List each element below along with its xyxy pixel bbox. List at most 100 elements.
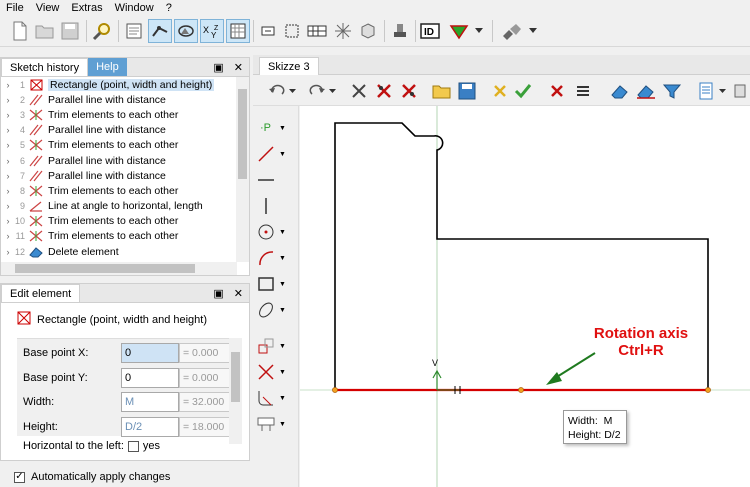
grid-icon[interactable]	[226, 19, 250, 43]
trim-tool[interactable]: ▼	[257, 360, 297, 384]
edit-vscroll[interactable]	[229, 338, 242, 444]
delete-lines-icon[interactable]	[347, 79, 371, 103]
menu-file[interactable]: File	[0, 2, 30, 14]
filter-icon[interactable]	[660, 79, 684, 103]
pin-icon[interactable]: ▣	[213, 287, 223, 300]
expand-icon[interactable]: ›	[1, 140, 15, 150]
open-icon[interactable]	[33, 19, 57, 43]
dim-icon[interactable]	[256, 19, 280, 43]
pin-icon[interactable]: ▣	[213, 61, 223, 74]
menu-help[interactable]: ?	[160, 2, 178, 14]
expand-icon[interactable]: ›	[1, 125, 15, 135]
history-vscroll[interactable]	[236, 77, 249, 262]
dropdown-icon[interactable]	[448, 19, 472, 43]
stamp-icon[interactable]	[388, 19, 412, 43]
xy-icon[interactable]: XYZ	[200, 19, 224, 43]
expand-icon[interactable]: ›	[1, 95, 15, 105]
redo-icon[interactable]	[305, 79, 329, 103]
id-icon[interactable]: ID	[418, 19, 442, 43]
chevron-down-icon[interactable]: ▼	[279, 151, 286, 158]
delete-element-icon[interactable]	[372, 79, 396, 103]
menu-icon[interactable]	[571, 79, 595, 103]
tab-sketch-history[interactable]: Sketch history	[1, 58, 89, 76]
tab-skizze-3[interactable]: Skizze 3	[259, 57, 319, 75]
history-item[interactable]: › 5 Trim elements to each other	[1, 138, 235, 153]
horizontal-line-tool[interactable]	[257, 168, 297, 192]
auto-apply-checkbox[interactable]: ✓	[14, 471, 25, 483]
horizontal-left-checkbox[interactable]	[127, 440, 139, 452]
expand-icon[interactable]: ›	[1, 80, 15, 90]
cube-icon[interactable]	[356, 19, 380, 43]
menu-window[interactable]: Window	[109, 2, 160, 14]
rectangle-tool[interactable]: ▼	[257, 272, 297, 296]
point-tool[interactable]: ·P ▼	[257, 116, 297, 140]
sketch-icon[interactable]	[122, 19, 146, 43]
close-icon[interactable]	[545, 79, 569, 103]
sketch-canvas[interactable]: V Rotation axis Ctrl+R	[300, 106, 750, 487]
base-point-x-input[interactable]: 0	[121, 343, 179, 363]
history-item[interactable]: › 3 Trim elements to each other	[1, 107, 235, 122]
height-input[interactable]: D/2	[121, 417, 179, 437]
eraser-multi-icon[interactable]	[634, 79, 658, 103]
chevron-down-icon[interactable]: ▼	[279, 307, 286, 314]
expand-icon[interactable]: ›	[1, 186, 15, 196]
fillet-tool[interactable]: ▼	[257, 386, 297, 410]
object-icon[interactable]	[733, 79, 747, 103]
tab-edit-element[interactable]: Edit element	[1, 284, 81, 302]
expand-icon[interactable]: ›	[1, 110, 15, 120]
expand-icon[interactable]: ›	[1, 247, 15, 257]
arc-tool[interactable]: ▼	[257, 246, 297, 270]
history-item[interactable]: › 9 Line at angle to horizontal, length	[1, 199, 235, 214]
chevron-down-icon[interactable]: ▼	[279, 281, 286, 288]
width-input[interactable]: M	[121, 392, 179, 412]
confirm-icon[interactable]	[511, 79, 535, 103]
document-icon[interactable]	[694, 79, 718, 103]
chevron-down-icon[interactable]: ▼	[279, 421, 286, 428]
history-item[interactable]: › 1 Rectangle (point, width and height)	[1, 77, 235, 92]
chevron-down-icon[interactable]: ▼	[279, 369, 286, 376]
save-icon[interactable]	[58, 19, 82, 43]
chevron-down-icon[interactable]	[287, 79, 297, 103]
dimension-tool[interactable]: ▼	[257, 412, 297, 436]
history-item[interactable]: › 10 Trim elements to each other	[1, 214, 235, 229]
search-icon[interactable]	[90, 19, 114, 43]
chevron-down-icon[interactable]	[526, 19, 540, 43]
chevron-down-icon[interactable]: ▼	[279, 343, 286, 350]
eraser-icon[interactable]	[608, 79, 632, 103]
close-icon[interactable]: ✕	[234, 61, 243, 74]
select-icon[interactable]	[148, 19, 172, 43]
expand-icon[interactable]: ›	[1, 201, 15, 211]
expand-icon[interactable]: ›	[1, 171, 15, 181]
delete-all-icon[interactable]	[397, 79, 421, 103]
expand-icon[interactable]: ›	[1, 231, 15, 241]
open-icon[interactable]	[430, 79, 454, 103]
chevron-down-icon[interactable]: ▼	[279, 395, 286, 402]
history-item[interactable]: › 6 Parallel line with distance	[1, 153, 235, 168]
base-point-y-input[interactable]: 0	[121, 368, 179, 388]
rotate-icon[interactable]	[174, 19, 198, 43]
history-hscroll[interactable]	[1, 262, 237, 275]
circle-tool[interactable]: ▼	[257, 220, 297, 244]
expand-icon[interactable]: ›	[1, 216, 15, 226]
plug-icon[interactable]	[500, 19, 524, 43]
history-item[interactable]: › 2 Parallel line with distance	[1, 92, 235, 107]
transform-tool[interactable]: ▼	[257, 334, 297, 358]
undo-icon[interactable]	[265, 79, 289, 103]
history-item[interactable]: › 8 Trim elements to each other	[1, 183, 235, 198]
save-icon[interactable]	[455, 79, 479, 103]
box-icon[interactable]	[280, 19, 304, 43]
chevron-down-icon[interactable]: ▼	[279, 255, 286, 262]
line-tool[interactable]: ▼	[257, 142, 297, 166]
history-item[interactable]: › 12 Delete element	[1, 244, 235, 259]
chevron-down-icon[interactable]: ▼	[279, 125, 286, 132]
new-icon[interactable]	[8, 19, 32, 43]
cancel-icon[interactable]	[488, 79, 512, 103]
history-item[interactable]: › 4 Parallel line with distance	[1, 123, 235, 138]
tab-help[interactable]: Help	[88, 58, 127, 76]
menu-extras[interactable]: Extras	[65, 2, 108, 14]
menu-view[interactable]: View	[30, 2, 66, 14]
ellipse-tool[interactable]: ▼	[257, 298, 297, 322]
vertical-line-tool[interactable]	[257, 194, 297, 218]
sparkle-icon[interactable]	[331, 19, 355, 43]
chevron-down-icon[interactable]	[472, 19, 486, 43]
